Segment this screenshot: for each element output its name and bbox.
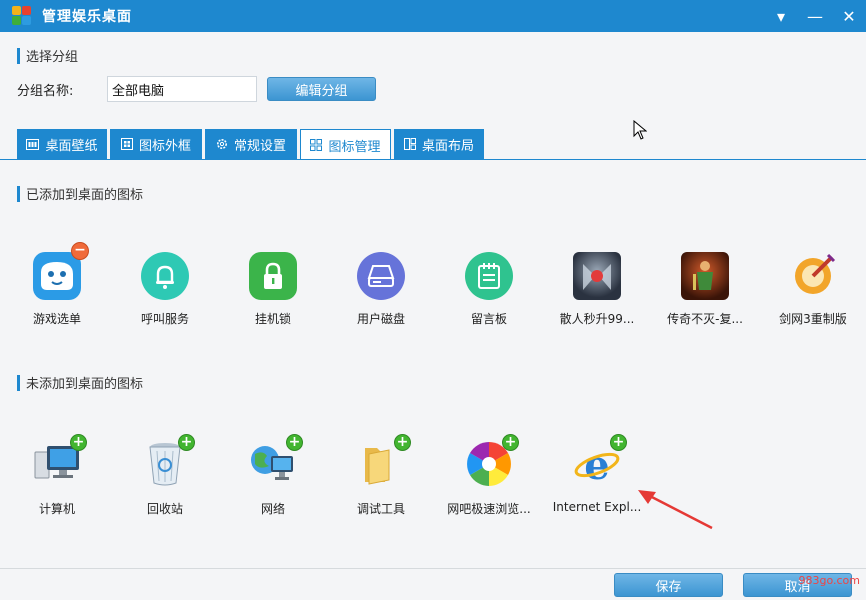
game-legend-icon bbox=[681, 252, 729, 300]
group-section-header: 选择分组 bbox=[17, 46, 78, 65]
desktop-icon-recycle-bin[interactable]: + 回收站 bbox=[113, 434, 217, 517]
tab-desktop-layout[interactable]: 桌面布局 bbox=[394, 129, 484, 159]
icon-label: 游戏选单 bbox=[32, 312, 81, 326]
close-button[interactable]: ✕ bbox=[832, 0, 866, 32]
icon-frame-icon bbox=[120, 138, 133, 150]
desktop-icon-game-warrior[interactable]: 散人秒升99... bbox=[545, 250, 649, 327]
whale-game-icon bbox=[33, 252, 81, 300]
desktop-icon-screen-lock[interactable]: 挂机锁 bbox=[221, 250, 325, 327]
desktop-icon-game-menu[interactable]: − 游戏选单 bbox=[5, 242, 109, 327]
dropdown-icon[interactable]: ▾ bbox=[764, 0, 798, 32]
not-added-section-title: 未添加到桌面的图标 bbox=[26, 377, 144, 392]
desktop-icon-user-disk[interactable]: 用户磁盘 bbox=[329, 250, 433, 327]
window-title: 管理娱乐桌面 bbox=[42, 9, 132, 25]
edit-group-button[interactable]: 编辑分组 bbox=[267, 77, 376, 101]
layout-icon bbox=[403, 138, 416, 150]
tab-icon-frame[interactable]: 图标外框 bbox=[110, 129, 202, 159]
desktop-icon-debug-tools[interactable]: + 调试工具 bbox=[329, 434, 433, 517]
group-name-label: 分组名称: bbox=[17, 83, 74, 99]
desktop-icon-call-service[interactable]: 呼叫服务 bbox=[113, 250, 217, 327]
tab-divider bbox=[0, 159, 866, 160]
desktop-icon-game-jx3[interactable]: 剑网3重制版 bbox=[761, 250, 865, 327]
group-row: 分组名称: 全部电脑 编辑分组 bbox=[17, 76, 376, 102]
lock-icon bbox=[249, 252, 297, 300]
tab-wallpaper[interactable]: 桌面壁纸 bbox=[17, 129, 107, 159]
section-marker bbox=[17, 185, 20, 202]
grid-icon bbox=[310, 139, 323, 151]
tab-label: 图标管理 bbox=[328, 139, 381, 155]
icon-label: 散人秒升99... bbox=[559, 312, 635, 326]
desktop-icon-browser[interactable]: + 网吧极速浏览... bbox=[437, 434, 541, 517]
title-bar: 管理娱乐桌面 ▾ — ✕ bbox=[0, 0, 866, 32]
bell-icon bbox=[141, 252, 189, 300]
recycle-bin-icon bbox=[145, 441, 185, 491]
desktop-icon-game-legend[interactable]: 传奇不灭-复... bbox=[653, 250, 757, 327]
minimize-button[interactable]: — bbox=[798, 0, 832, 32]
svg-text:e: e bbox=[584, 442, 609, 487]
app-logo-icon bbox=[12, 6, 32, 26]
icon-label: 留言板 bbox=[470, 312, 507, 326]
icon-label: 计算机 bbox=[38, 502, 75, 516]
tab-label: 桌面布局 bbox=[421, 138, 474, 154]
group-name-field[interactable]: 全部电脑 bbox=[107, 76, 257, 102]
icon-label: Internet Expl... bbox=[552, 500, 642, 514]
icon-label: 网络 bbox=[260, 502, 285, 516]
desktop-icon-internet-explorer[interactable]: e + Internet Expl... bbox=[545, 434, 649, 514]
icon-label: 剑网3重制版 bbox=[779, 312, 847, 326]
annotation-arrow-icon bbox=[636, 486, 716, 536]
icon-label: 呼叫服务 bbox=[140, 312, 189, 326]
section-marker bbox=[17, 374, 20, 391]
mouse-cursor-icon bbox=[633, 119, 648, 144]
disk-icon bbox=[357, 252, 405, 300]
watermark: 983go.com bbox=[798, 574, 860, 587]
tab-bar: 桌面壁纸 图标外框 常规设置 图标管理 桌面布局 bbox=[17, 129, 487, 160]
wallpaper-icon bbox=[26, 138, 40, 150]
tab-label: 常规设置 bbox=[233, 138, 286, 154]
desktop-icon-network[interactable]: + 网络 bbox=[221, 434, 325, 517]
not-added-section-header: 未添加到桌面的图标 bbox=[17, 373, 143, 392]
notepad-icon bbox=[465, 252, 513, 300]
gear-icon bbox=[216, 138, 228, 150]
desktop-icon-message-board[interactable]: 留言板 bbox=[437, 250, 541, 327]
footer-bar: 保存 取消 bbox=[0, 568, 866, 600]
tab-icon-management[interactable]: 图标管理 bbox=[300, 129, 391, 160]
added-section-title: 已添加到桌面的图标 bbox=[26, 188, 144, 203]
tab-general-settings[interactable]: 常规设置 bbox=[205, 129, 297, 159]
tab-label: 图标外框 bbox=[138, 138, 191, 154]
desktop-icon-computer[interactable]: + 计算机 bbox=[5, 434, 109, 517]
save-button[interactable]: 保存 bbox=[614, 573, 723, 597]
added-section-header: 已添加到桌面的图标 bbox=[17, 184, 143, 203]
game-warrior-icon bbox=[573, 252, 621, 300]
game-jx3-icon bbox=[788, 251, 838, 301]
icon-label: 用户磁盘 bbox=[356, 312, 405, 326]
icon-label: 网吧极速浏览... bbox=[447, 502, 531, 516]
remove-icon[interactable]: − bbox=[71, 242, 89, 260]
icon-label: 调试工具 bbox=[356, 502, 405, 516]
add-icon[interactable]: + bbox=[502, 434, 519, 451]
add-icon[interactable]: + bbox=[610, 434, 627, 451]
icon-label: 回收站 bbox=[146, 502, 183, 516]
add-icon[interactable]: + bbox=[286, 434, 303, 451]
group-section-title: 选择分组 bbox=[26, 50, 79, 65]
add-icon[interactable]: + bbox=[394, 434, 411, 451]
tab-label: 桌面壁纸 bbox=[45, 138, 98, 154]
icon-label: 挂机锁 bbox=[254, 312, 291, 326]
add-icon[interactable]: + bbox=[70, 434, 87, 451]
section-marker bbox=[17, 47, 20, 64]
add-icon[interactable]: + bbox=[178, 434, 195, 451]
icon-label: 传奇不灭-复... bbox=[667, 312, 743, 326]
